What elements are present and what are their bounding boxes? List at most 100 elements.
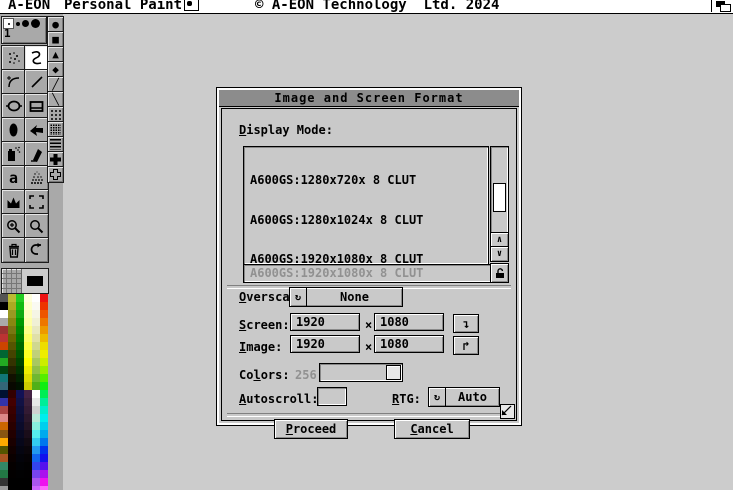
palette-swatch[interactable]: [8, 374, 16, 382]
resize-gadget[interactable]: [500, 404, 515, 419]
overscan-cycle-button[interactable]: ↻ None: [289, 287, 403, 307]
clear-tool[interactable]: [1, 237, 26, 263]
palette-swatch[interactable]: [32, 454, 40, 462]
palette-swatch[interactable]: [8, 326, 16, 334]
list-scrollbar[interactable]: [490, 146, 509, 236]
palette-swatch[interactable]: [32, 302, 40, 310]
palette-swatch[interactable]: [16, 334, 24, 342]
palette-swatch[interactable]: [32, 366, 40, 374]
palette-swatch[interactable]: [0, 342, 8, 350]
palette-swatch[interactable]: [40, 294, 48, 302]
palette-swatch[interactable]: [24, 422, 32, 430]
palette-swatch[interactable]: [32, 318, 40, 326]
brush-size-selector[interactable]: 1: [1, 16, 47, 44]
palette-swatch[interactable]: [40, 422, 48, 430]
lock-mode-button[interactable]: [490, 263, 509, 283]
palette-swatch[interactable]: [24, 342, 32, 350]
palette-swatch[interactable]: [8, 398, 16, 406]
palette-swatch[interactable]: [16, 318, 24, 326]
palette-swatch[interactable]: [16, 430, 24, 438]
palette-swatch[interactable]: [16, 454, 24, 462]
spray-tool[interactable]: [1, 141, 26, 167]
palette-swatch[interactable]: [16, 358, 24, 366]
palette-swatch[interactable]: [8, 486, 16, 490]
palette-swatch[interactable]: [24, 478, 32, 486]
palette-swatch[interactable]: [40, 374, 48, 382]
palette-swatch[interactable]: [0, 374, 8, 382]
ellipse-tool[interactable]: [1, 117, 26, 143]
palette-swatch[interactable]: [0, 414, 8, 422]
paint-mode-indicator[interactable]: [1, 268, 49, 294]
palette-swatch[interactable]: [0, 462, 8, 470]
screen-depth-gadget[interactable]: [711, 0, 733, 12]
palette-swatch[interactable]: [8, 446, 16, 454]
palette-swatch[interactable]: [32, 430, 40, 438]
text-tool[interactable]: a: [1, 165, 26, 191]
palette-swatch[interactable]: [0, 406, 8, 414]
palette-swatch[interactable]: [32, 374, 40, 382]
palette-swatch[interactable]: [0, 326, 8, 334]
palette-swatch[interactable]: [40, 478, 48, 486]
mode-list-item[interactable]: A600GS:1280x720x 8 CLUT: [244, 175, 488, 187]
palette-swatch[interactable]: [24, 438, 32, 446]
palette-swatch[interactable]: [32, 438, 40, 446]
palette-swatch[interactable]: [16, 414, 24, 422]
menubar[interactable]: A-EON Personal Paint © A-EON Technology …: [0, 0, 733, 14]
palette-swatch[interactable]: [40, 334, 48, 342]
curve-tool[interactable]: [1, 69, 26, 95]
palette-swatch[interactable]: [16, 398, 24, 406]
palette-swatch[interactable]: [40, 350, 48, 358]
palette-swatch[interactable]: [32, 478, 40, 486]
palette-swatch[interactable]: [40, 390, 48, 398]
palette-swatch[interactable]: [24, 382, 32, 390]
color-replace-tool[interactable]: [1, 189, 26, 215]
palette-swatch[interactable]: [40, 406, 48, 414]
palette-swatch[interactable]: [0, 334, 8, 342]
palette-swatch[interactable]: [32, 334, 40, 342]
palette-swatch[interactable]: [16, 350, 24, 358]
slider-thumb[interactable]: [386, 365, 401, 380]
palette-swatch[interactable]: [24, 414, 32, 422]
palette-swatch[interactable]: [16, 438, 24, 446]
palette-swatch[interactable]: [40, 446, 48, 454]
palette-swatch[interactable]: [32, 310, 40, 318]
palette-swatch[interactable]: [40, 470, 48, 478]
palette-swatch[interactable]: [0, 422, 8, 430]
palette-swatch[interactable]: [40, 438, 48, 446]
palette-swatch[interactable]: [40, 382, 48, 390]
palette-swatch[interactable]: [8, 478, 16, 486]
palette-swatch[interactable]: [16, 342, 24, 350]
palette-swatch[interactable]: [40, 342, 48, 350]
palette-swatch[interactable]: [40, 318, 48, 326]
palette-swatch[interactable]: [8, 342, 16, 350]
line-tool[interactable]: [24, 69, 49, 95]
palette-swatch[interactable]: [24, 374, 32, 382]
brush-size-2-icon[interactable]: [16, 22, 20, 26]
palette-swatch[interactable]: [24, 454, 32, 462]
palette-swatch[interactable]: [32, 382, 40, 390]
palette-swatch[interactable]: [32, 486, 40, 490]
palette-swatch[interactable]: [40, 414, 48, 422]
palette-swatch[interactable]: [8, 366, 16, 374]
palette-swatch[interactable]: [8, 334, 16, 342]
palette-swatch[interactable]: [24, 358, 32, 366]
palette-swatch[interactable]: [32, 326, 40, 334]
palette-swatch[interactable]: [0, 478, 8, 486]
dialog-titlebar[interactable]: Image and Screen Format: [219, 90, 519, 107]
copy-image-to-screen-button[interactable]: ↱: [453, 336, 479, 355]
palette-swatch[interactable]: [16, 294, 24, 302]
palette-swatch[interactable]: [8, 470, 16, 478]
palette-swatch[interactable]: [24, 486, 32, 490]
palette-swatch[interactable]: [32, 350, 40, 358]
palette-swatch[interactable]: [24, 462, 32, 470]
colors-slider[interactable]: [319, 363, 403, 382]
palette-swatch[interactable]: [24, 310, 32, 318]
fill-tool[interactable]: [24, 141, 49, 167]
freehand-tool[interactable]: [24, 45, 49, 71]
palette-swatch[interactable]: [24, 446, 32, 454]
palette-swatch[interactable]: [8, 310, 16, 318]
palette-swatch[interactable]: [0, 318, 8, 326]
palette-swatch[interactable]: [16, 374, 24, 382]
palette-swatch[interactable]: [8, 422, 16, 430]
palette-swatch[interactable]: [8, 430, 16, 438]
